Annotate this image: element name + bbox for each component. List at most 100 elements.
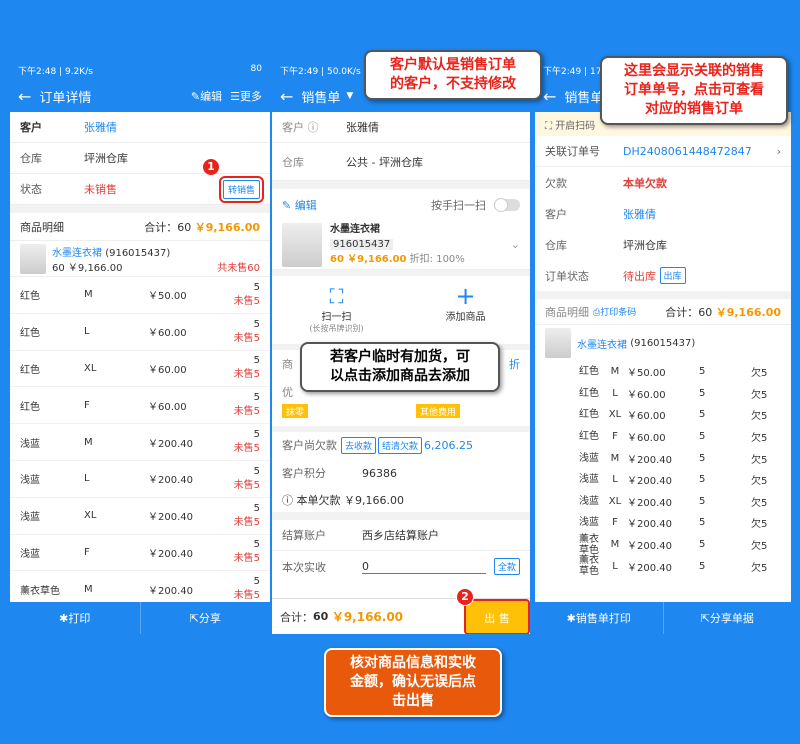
variant-qty: 5 <box>253 502 260 514</box>
variant-row: 浅蓝 L ￥200.40 5 未售5 <box>10 461 270 498</box>
linked-order-row[interactable]: 关联订单号 DH2408061448472847 › <box>535 136 791 167</box>
variant-price: ￥200.40 <box>148 512 193 524</box>
variant-row: 红色 XL ￥60.00 5 未售5 <box>10 351 270 388</box>
variant-row: 红色 L ￥60.00 5 未售5 <box>10 314 270 351</box>
clear-debt-button[interactable]: 结清欠款 <box>378 436 423 454</box>
variant-size: M <box>610 366 620 378</box>
paid-input[interactable]: 0 <box>362 560 486 574</box>
share-button[interactable]: ⇱分享 <box>141 610 271 626</box>
variant-size: M <box>610 452 620 464</box>
manual-scan-toggle[interactable] <box>494 197 520 212</box>
scan-button[interactable]: ⛶ 扫一扫 (长按吊牌识别) <box>272 276 401 344</box>
product-row[interactable]: 水墨连衣裙 (916015437) <box>535 325 791 361</box>
points-label: 客户积分 <box>282 467 326 480</box>
wipe-zero-tag[interactable]: 抹零 <box>282 404 309 418</box>
back-arrow-icon[interactable]: ← <box>543 87 556 106</box>
print-barcode-button[interactable]: ⎙打印条码 <box>593 305 636 318</box>
variant-owe: 欠5 <box>751 411 768 423</box>
edit-button[interactable]: ✎编辑 <box>191 88 222 104</box>
variant-qty: 5 <box>699 431 706 443</box>
edit-row: ✎ 编辑 按手扫一扫 <box>272 189 530 220</box>
more-button[interactable]: ☰更多 <box>230 88 262 104</box>
variant-row: 浅蓝 F ￥200.40 5 欠5 <box>535 512 791 534</box>
banner-label: 开启扫码 <box>555 121 596 132</box>
product-thumbnail <box>20 243 46 274</box>
discount-link[interactable]: 折 <box>509 356 520 372</box>
customer-name: 张雅倩 <box>84 121 117 134</box>
variant-color: 红色 <box>20 401 40 413</box>
back-arrow-icon[interactable]: ← <box>18 87 31 106</box>
variant-color: 薰衣草色 <box>579 533 599 556</box>
linked-order-number[interactable]: DH2408061448472847 <box>623 145 752 158</box>
product-qty: 60 <box>330 254 344 265</box>
variant-price: ￥60.00 <box>148 401 187 413</box>
callout-confirm-sell: 核对商品信息和实收 金额，确认无误后点 击出售 <box>324 648 502 717</box>
edit-button[interactable]: ✎ 编辑 <box>282 197 317 213</box>
expand-chevron-icon[interactable]: ⌄ <box>511 238 520 251</box>
customer-row: 客户 ⓘ 张雅倩 <box>272 112 530 143</box>
variant-qty: 5 <box>699 409 706 421</box>
variant-unsold: 未售5 <box>233 295 260 307</box>
product-row[interactable]: 水墨连衣裙 (916015437) 60 ￥9,166.00 共未售60 <box>10 241 270 277</box>
variant-row: 浅蓝 F ￥200.40 5 未售5 <box>10 535 270 572</box>
variant-qty: 5 <box>253 281 260 293</box>
total-amount: ￥9,166.00 <box>194 220 260 234</box>
variant-size: XL <box>84 510 97 522</box>
points-row: 客户积分 96386 <box>272 458 530 488</box>
total-label: 合计：60 <box>144 220 192 234</box>
variant-size: XL <box>608 409 622 421</box>
account-row[interactable]: 结算账户 西乡店结算账户 <box>272 520 530 551</box>
other-fee-tag[interactable]: 其他费用 <box>415 404 460 418</box>
debt-label: 欠款 <box>545 176 567 190</box>
discount-label: 折扣: 100% <box>409 254 465 265</box>
variant-row: 浅蓝 M ￥200.40 5 未售5 <box>10 424 270 461</box>
add-product-label: 添加商品 <box>445 312 486 323</box>
footer-bar: 合计： 60 ￥9,166.00 出 售 <box>272 598 530 634</box>
variant-price: ￥200.40 <box>627 497 672 509</box>
order-detail-screen: 下午2:48 | 9.2K/s 80 ← 订单详情 ✎编辑 ☰更多 客户 张雅倩… <box>10 58 270 634</box>
product-row[interactable]: 水墨连衣裙 916015437 60 ￥9,166.00 折扣: 100% ⌄ <box>272 220 530 270</box>
state-value: 未销售 <box>84 183 117 196</box>
variant-size: M <box>84 436 93 448</box>
nav-bar: ← 订单详情 ✎编辑 ☰更多 <box>10 80 270 112</box>
this-debt-row: ⓘ 本单欠款 ￥9,166.00 <box>272 488 530 512</box>
help-icon: ⓘ <box>282 494 293 507</box>
footer-qty: 60 <box>313 610 329 623</box>
variant-color: 浅蓝 <box>579 495 599 507</box>
detail-label: 商品明细 <box>20 220 64 234</box>
receive-payment-button[interactable]: 去收款 <box>341 436 377 454</box>
warehouse-value: 公共 - 坪洲仓库 <box>346 155 423 169</box>
linked-order-label: 关联订单号 <box>545 145 600 158</box>
variant-price: ￥60.00 <box>627 433 666 445</box>
warehouse-row: 仓库 坪洲仓库 <box>535 229 791 260</box>
variant-size: M <box>610 539 620 551</box>
variant-size: XL <box>84 362 97 374</box>
print-button[interactable]: ✱打印 <box>10 610 140 626</box>
variant-row: 浅蓝 M ￥200.40 5 欠5 <box>535 447 791 469</box>
variant-size: F <box>612 431 618 443</box>
callout-1-line-2: 的客户，不支持修改 <box>390 76 516 92</box>
variant-qty: 5 <box>699 387 706 399</box>
convert-to-sale-button[interactable]: 转销售 <box>218 175 265 203</box>
warehouse-label: 仓库 <box>282 155 304 169</box>
callout-2-line-2: 订单单号，点击可查看 <box>624 82 764 98</box>
variant-unsold: 未售5 <box>233 443 260 455</box>
warehouse-row[interactable]: 仓库 公共 - 坪洲仓库 <box>272 143 530 181</box>
scan-sub-label: (长按吊牌识别) <box>309 324 364 333</box>
detail-header: 商品明细 合计：60 ￥9,166.00 <box>10 213 270 241</box>
variant-color: 浅蓝 <box>579 517 599 529</box>
callout-4-line-1: 核对商品信息和实收 <box>350 655 476 671</box>
add-product-button[interactable]: + 添加商品 <box>401 276 530 344</box>
full-payment-button[interactable]: 全款 <box>493 558 520 575</box>
title-dropdown-icon[interactable]: ▼ <box>346 91 353 101</box>
customer-label-text: 客户 <box>282 121 304 134</box>
share-button[interactable]: ⇱分享单据 <box>664 610 792 626</box>
print-sale-button[interactable]: ✱销售单打印 <box>535 610 663 626</box>
back-arrow-icon[interactable]: ← <box>280 87 293 106</box>
variant-owe: 欠5 <box>751 541 768 553</box>
warehouse-value: 坪洲仓库 <box>84 152 128 165</box>
variant-color: 薰衣草色 <box>579 555 599 578</box>
variant-color: 浅蓝 <box>20 475 40 487</box>
callout-4-line-2: 金额，确认无误后点 <box>350 674 476 690</box>
sell-button[interactable]: 出 售 <box>464 598 530 634</box>
